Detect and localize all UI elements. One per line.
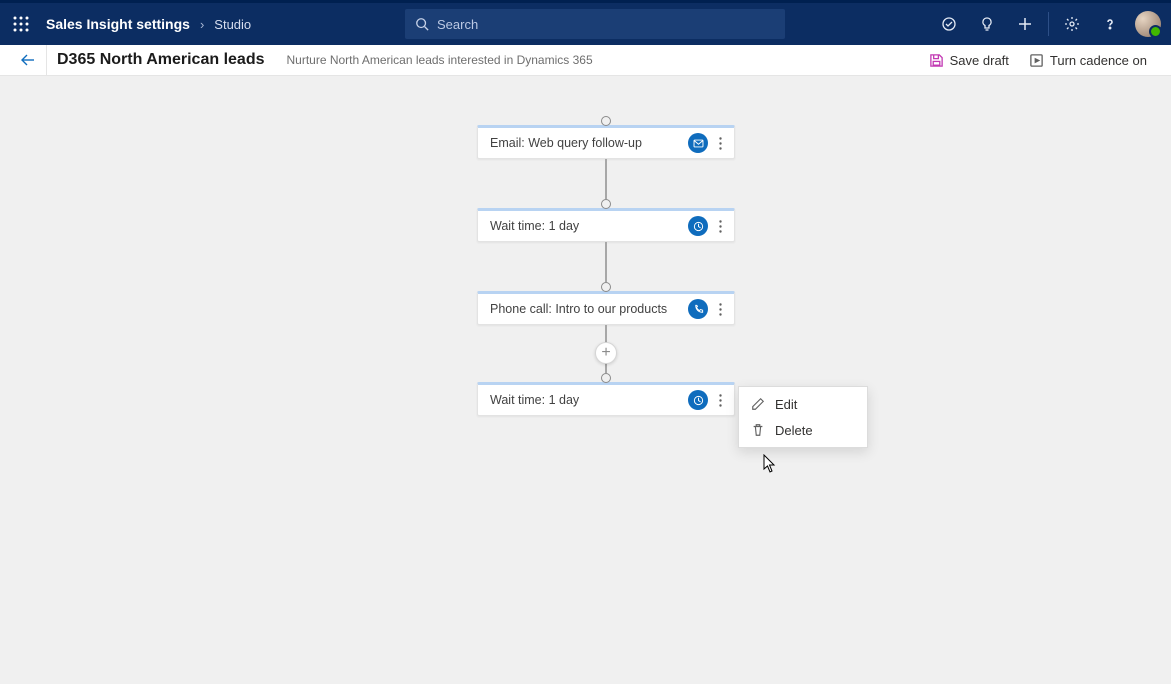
step-label: Wait time: 1 day (490, 393, 688, 407)
add-button[interactable] (1006, 3, 1044, 45)
search-icon (415, 17, 429, 31)
step-label: Phone call: Intro to our products (490, 302, 688, 316)
mail-icon (688, 133, 708, 153)
waffle-icon (13, 16, 29, 32)
global-search[interactable] (405, 9, 785, 39)
user-avatar[interactable] (1135, 11, 1161, 37)
step-context-menu: Edit Delete (738, 386, 868, 448)
clock-icon (688, 390, 708, 410)
context-menu-delete[interactable]: Delete (739, 417, 867, 443)
flow-connector (605, 363, 607, 373)
step-more-button[interactable] (712, 390, 728, 410)
flow-node-connector[interactable] (601, 199, 611, 209)
power-icon (1029, 53, 1044, 68)
nav-divider (1048, 12, 1049, 36)
save-icon (929, 53, 944, 68)
context-menu-delete-label: Delete (775, 423, 813, 438)
header-divider (46, 45, 47, 76)
step-wait[interactable]: Wait time: 1 day (477, 208, 735, 242)
app-launcher-button[interactable] (0, 3, 42, 45)
delete-icon (751, 423, 765, 437)
turn-cadence-on-button[interactable]: Turn cadence on (1019, 45, 1157, 76)
page-description: Nurture North American leads interested … (286, 53, 592, 67)
flow-connector (605, 159, 607, 199)
turn-cadence-label: Turn cadence on (1050, 53, 1147, 68)
page-title: D365 North American leads (57, 51, 264, 69)
designer-canvas[interactable]: Email: Web query follow-up Wait time: 1 … (0, 76, 1171, 684)
assistant-button[interactable] (930, 3, 968, 45)
step-more-button[interactable] (712, 133, 728, 153)
help-icon (1102, 16, 1118, 32)
flow-connector (605, 242, 607, 282)
global-navbar: Sales Insight settings › Studio (0, 3, 1171, 45)
navbar-right (930, 3, 1171, 45)
context-menu-edit[interactable]: Edit (739, 391, 867, 417)
back-button[interactable] (14, 46, 42, 74)
add-step-block: + (477, 325, 735, 383)
breadcrumb-separator: › (200, 17, 204, 32)
step-email[interactable]: Email: Web query follow-up (477, 125, 735, 159)
search-input[interactable] (437, 17, 775, 32)
step-label: Email: Web query follow-up (490, 136, 688, 150)
step-more-button[interactable] (712, 216, 728, 236)
step-wait[interactable]: Wait time: 1 day (477, 382, 735, 416)
flow-node-connector[interactable] (601, 373, 611, 383)
context-menu-edit-label: Edit (775, 397, 797, 412)
arrow-left-icon (20, 52, 36, 68)
cadence-flow: Email: Web query follow-up Wait time: 1 … (477, 116, 735, 416)
target-icon (941, 16, 957, 32)
lightbulb-icon (979, 16, 995, 32)
breadcrumb-current[interactable]: Studio (214, 17, 251, 32)
flow-connector (605, 325, 607, 343)
plus-icon (1017, 16, 1033, 32)
flow-node-connector[interactable] (601, 282, 611, 292)
edit-icon (751, 397, 765, 411)
save-draft-label: Save draft (950, 53, 1009, 68)
breadcrumb-root[interactable]: Sales Insight settings (46, 16, 190, 32)
step-label: Wait time: 1 day (490, 219, 688, 233)
gear-icon (1064, 16, 1080, 32)
save-draft-button[interactable]: Save draft (919, 45, 1019, 76)
clock-icon (688, 216, 708, 236)
help-button[interactable] (1091, 3, 1129, 45)
phone-icon (688, 299, 708, 319)
step-phone-call[interactable]: Phone call: Intro to our products (477, 291, 735, 325)
mouse-cursor-icon (763, 454, 777, 474)
ideas-button[interactable] (968, 3, 1006, 45)
add-step-button[interactable]: + (595, 342, 617, 364)
settings-button[interactable] (1053, 3, 1091, 45)
page-header: D365 North American leads Nurture North … (0, 45, 1171, 76)
step-more-button[interactable] (712, 299, 728, 319)
flow-node-connector[interactable] (601, 116, 611, 126)
